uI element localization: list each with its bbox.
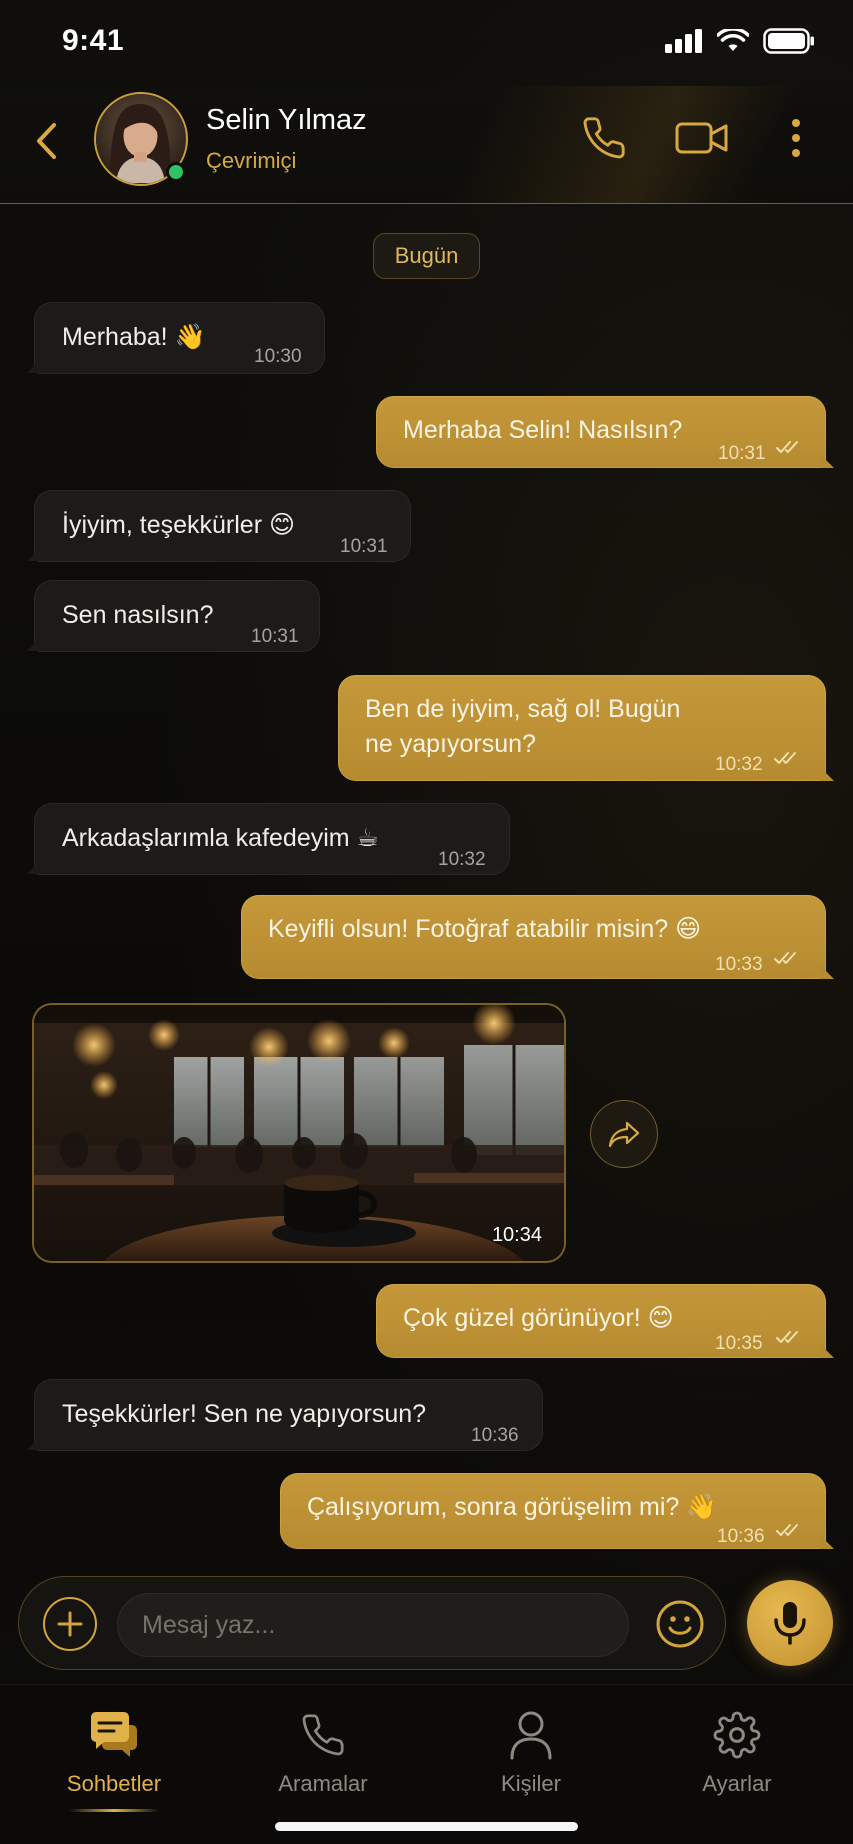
message-composer <box>18 1576 726 1670</box>
tab-label: Sohbetler <box>66 1771 162 1796</box>
double-check-icon <box>774 952 796 964</box>
message-text: Sen nasılsın? <box>62 601 214 629</box>
tab-label: Ayarlar <box>702 1771 772 1796</box>
message-time: 10:32 <box>438 849 486 870</box>
attach-button[interactable] <box>43 1597 97 1651</box>
message-outgoing[interactable]: Merhaba Selin! Nasılsın? 10:31 <box>376 396 834 468</box>
battery-icon <box>763 28 814 54</box>
more-options-button[interactable] <box>778 108 814 168</box>
tab-contacts[interactable]: Kişiler <box>451 1707 611 1807</box>
forward-button[interactable] <box>590 1100 658 1168</box>
phone-icon <box>583 117 625 159</box>
voice-call-button[interactable] <box>574 108 634 168</box>
status-time: 9:41 <box>62 24 125 57</box>
back-button[interactable] <box>26 116 66 166</box>
double-check-icon <box>776 441 798 453</box>
home-indicator[interactable] <box>275 1822 578 1831</box>
more-vertical-icon <box>792 119 800 157</box>
share-arrow-icon <box>608 1121 640 1148</box>
chevron-left-icon <box>37 123 56 159</box>
chat-icon <box>91 1712 137 1757</box>
message-time: 10:32 <box>715 754 763 775</box>
message-text: Merhaba! 👋 <box>62 323 206 351</box>
message-time: 10:30 <box>254 346 302 367</box>
person-icon <box>510 1711 552 1760</box>
wifi-icon <box>717 29 749 51</box>
emoji-button[interactable] <box>653 1597 707 1651</box>
tab-label: Kişiler <box>501 1771 561 1796</box>
contact-status: Çevrimiçi <box>206 148 297 173</box>
message-incoming[interactable]: Sen nasılsın? 10:31 <box>27 580 320 652</box>
message-text: Arkadaşlarımla kafedeyim ☕ <box>62 824 379 852</box>
cafe-photo <box>34 1005 564 1261</box>
online-indicator <box>166 162 186 182</box>
contact-avatar[interactable] <box>94 92 188 186</box>
message-text: Teşekkürler! Sen ne yapıyorsun? <box>62 1400 427 1428</box>
tab-bar: Sohbetler Aramalar Kişiler Ayarlar <box>0 1684 853 1844</box>
message-outgoing[interactable]: Çalışıyorum, sonra görüşelim mi? 👋 10:36 <box>280 1473 834 1549</box>
status-bar: 9:41 <box>0 0 853 86</box>
message-text: Ben de iyiyim, sağ ol! Bugün <box>365 695 681 723</box>
message-time: 10:36 <box>471 1425 519 1446</box>
chat-screen: 9:41 Selin Yılmaz Çevrimiçi Bugün Merhab… <box>0 0 853 1844</box>
message-text-line-2: ne yapıyorsun? <box>365 730 536 758</box>
message-text: Keyifli olsun! Fotoğraf atabilir misin? … <box>268 915 702 943</box>
phone-icon <box>302 1714 344 1756</box>
tab-calls[interactable]: Aramalar <box>243 1707 403 1807</box>
message-time: 10:31 <box>718 443 766 464</box>
microphone-icon <box>774 1602 806 1645</box>
message-time: 10:31 <box>251 626 299 647</box>
status-icons <box>665 28 815 54</box>
message-incoming[interactable]: İyiyim, teşekkürler 😊 10:31 <box>27 490 411 562</box>
gear-icon <box>713 1711 761 1759</box>
message-text: Çok güzel görünüyor! 😊 <box>403 1304 674 1332</box>
message-incoming[interactable]: Arkadaşlarımla kafedeyim ☕ 10:32 <box>27 803 510 875</box>
message-time: 10:33 <box>715 954 763 975</box>
photo-time: 10:34 <box>491 1224 542 1246</box>
voice-message-button[interactable] <box>747 1580 833 1666</box>
plus-icon <box>57 1611 83 1637</box>
message-time: 10:31 <box>340 536 388 557</box>
message-input[interactable] <box>117 1593 629 1657</box>
date-separator: Bugün <box>373 233 480 279</box>
tab-label: Aramalar <box>278 1771 368 1796</box>
photo-message[interactable]: 10:34 <box>32 1003 566 1263</box>
smiley-icon <box>656 1600 704 1648</box>
video-call-button[interactable] <box>672 108 732 168</box>
double-check-icon <box>776 1331 798 1343</box>
message-text: İyiyim, teşekkürler 😊 <box>62 511 296 539</box>
video-camera-icon <box>675 122 728 154</box>
double-check-icon <box>776 1524 798 1536</box>
message-incoming[interactable]: Merhaba! 👋 10:30 <box>27 302 325 374</box>
message-text: Merhaba Selin! Nasılsın? <box>403 416 683 444</box>
message-time: 10:36 <box>717 1526 765 1547</box>
message-time: 10:35 <box>715 1333 763 1354</box>
tab-settings[interactable]: Ayarlar <box>657 1707 817 1807</box>
double-check-icon <box>774 752 796 764</box>
message-outgoing[interactable]: Keyifli olsun! Fotoğraf atabilir misin? … <box>241 895 834 979</box>
message-outgoing[interactable]: Çok güzel görünüyor! 😊 10:35 <box>376 1284 834 1358</box>
chat-header: Selin Yılmaz Çevrimiçi <box>0 86 853 204</box>
message-text: Çalışıyorum, sonra görüşelim mi? 👋 <box>307 1493 718 1521</box>
message-outgoing[interactable]: Ben de iyiyim, sağ ol! Bugün ne yapıyors… <box>338 675 834 781</box>
message-incoming[interactable]: Teşekkürler! Sen ne yapıyorsun? 10:36 <box>27 1379 543 1451</box>
cellular-signal-icon <box>665 29 702 53</box>
tab-chats[interactable]: Sohbetler <box>34 1707 194 1812</box>
contact-name[interactable]: Selin Yılmaz <box>206 104 367 137</box>
